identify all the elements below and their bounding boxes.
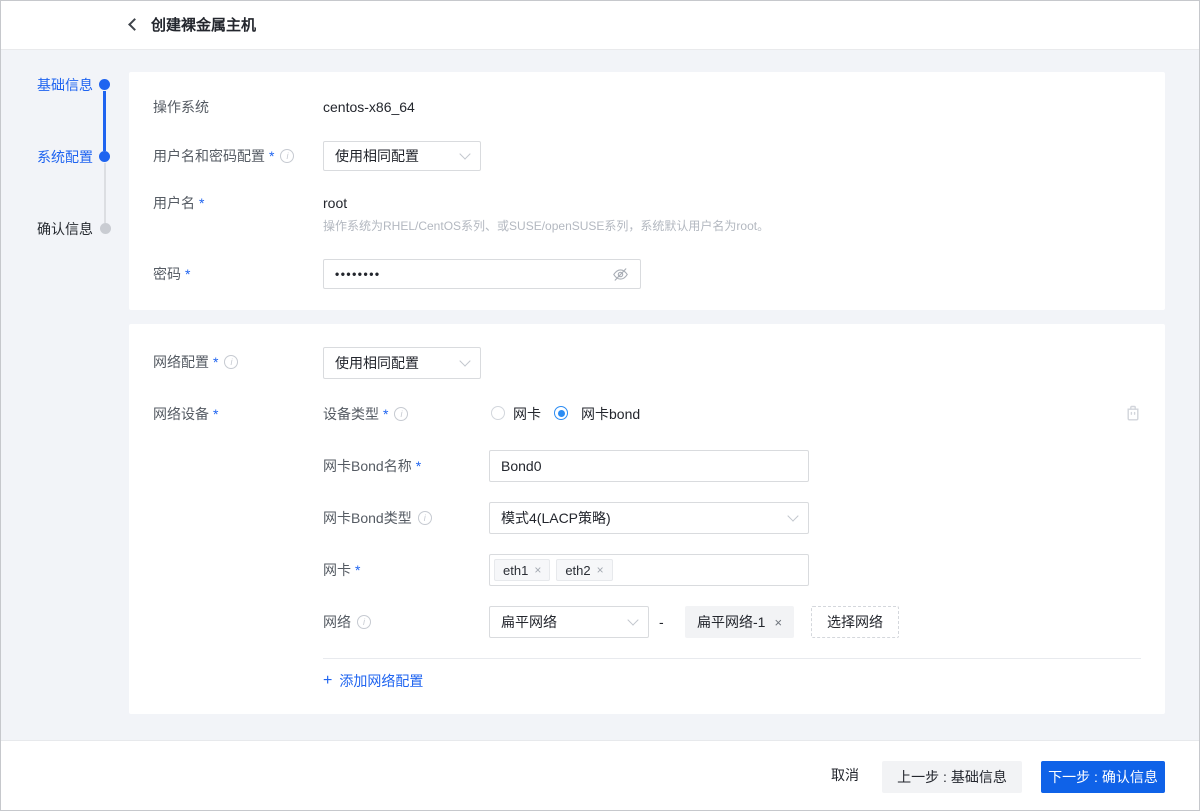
info-icon[interactable] [417, 511, 432, 525]
nic-label: 网卡 * [323, 560, 360, 580]
bond-type-label: 网卡Bond类型 [323, 508, 432, 528]
add-network-config-label: 添加网络配置 [339, 673, 424, 689]
required-mark: * [269, 148, 275, 164]
page-title: 创建裸金属主机 [151, 17, 257, 34]
step-dot-system-config [99, 151, 110, 162]
chevron-down-icon [627, 614, 639, 626]
username-label-text: 用户名 [153, 195, 195, 211]
radio-nic[interactable] [491, 406, 505, 420]
plus-icon: + [323, 672, 333, 689]
step-dot-basic-info [99, 79, 110, 90]
required-mark: * [383, 406, 389, 422]
username-value: root [323, 195, 348, 211]
bond-name-label: 网卡Bond名称 * [323, 456, 421, 476]
prev-step-button[interactable]: 上一步 : 基础信息 [882, 761, 1022, 793]
step-confirm-info[interactable]: 确认信息 [17, 219, 93, 239]
network-separator: - [659, 614, 664, 630]
device-type-label-text: 设备类型 [323, 406, 379, 422]
step-connector-pending [104, 163, 106, 223]
radio-nic-label[interactable]: 网卡 [513, 404, 541, 424]
nic-label-text: 网卡 [323, 562, 351, 578]
system-config-card: 操作系统 centos-x86_64 用户名和密码配置 * 使用相同配置 用户名… [129, 72, 1165, 310]
credential-config-select[interactable]: 使用相同配置 [323, 141, 481, 171]
info-icon[interactable] [357, 615, 371, 629]
username-label: 用户名 * [153, 193, 204, 213]
step-basic-info[interactable]: 基础信息 [17, 75, 93, 95]
step-connector-done [103, 91, 106, 151]
info-icon[interactable] [280, 149, 295, 163]
bond-name-value: Bond0 [501, 458, 542, 474]
required-mark: * [355, 562, 361, 578]
required-mark: * [213, 406, 219, 422]
nic-tag-eth2: eth2 × [556, 559, 613, 581]
required-mark: * [199, 195, 205, 211]
network-config-select-value: 使用相同配置 [335, 355, 419, 371]
network-device-label-text: 网络设备 [153, 406, 209, 422]
network-config-select[interactable]: 使用相同配置 [323, 347, 481, 379]
selected-network-tag-label: 扁平网络-1 [697, 614, 766, 630]
nic-tag-eth1: eth1 × [494, 559, 551, 581]
required-mark: * [415, 458, 422, 474]
back-button[interactable] [123, 13, 147, 37]
password-input[interactable]: •••••••• [323, 259, 641, 289]
nic-tag-label: eth1 [503, 562, 529, 578]
choose-network-button[interactable]: 选择网络 [811, 606, 899, 638]
bond-type-select-value: 模式4(LACP策略) [501, 510, 611, 526]
os-label: 操作系统 [153, 99, 209, 115]
close-icon[interactable]: × [774, 615, 782, 630]
network-label-text: 网络 [323, 614, 351, 630]
chevron-down-icon [787, 510, 799, 522]
step-dot-confirm-info [100, 223, 111, 234]
password-label-text: 密码 [153, 266, 181, 282]
chevron-down-icon [459, 355, 471, 367]
info-icon[interactable] [224, 355, 239, 369]
info-icon[interactable] [394, 407, 409, 421]
step-system-config[interactable]: 系统配置 [17, 147, 93, 167]
credential-config-label-text: 用户名和密码配置 [153, 148, 265, 164]
selected-network-tag: 扁平网络-1 × [685, 606, 795, 638]
next-step-button[interactable]: 下一步 : 确认信息 [1041, 761, 1165, 793]
device-type-label: 设备类型 * [323, 404, 409, 424]
network-config-label: 网络配置 * [153, 352, 239, 372]
cancel-button[interactable]: 取消 [831, 765, 859, 785]
create-bare-metal-host-screen: 创建裸金属主机 基础信息 系统配置 确认信息 操作系统 centos-x86_6… [0, 0, 1200, 811]
required-mark: * [185, 266, 191, 282]
network-config-label-text: 网络配置 [153, 354, 209, 370]
nic-tag-label: eth2 [565, 562, 591, 578]
close-icon[interactable]: × [597, 563, 604, 577]
network-type-select[interactable]: 扁平网络 [489, 606, 649, 638]
page-header: 创建裸金属主机 [1, 1, 1199, 50]
radio-nic-bond-label[interactable]: 网卡bond [581, 404, 640, 424]
close-icon[interactable]: × [534, 563, 541, 577]
password-label: 密码 * [153, 264, 190, 284]
bond-name-input[interactable]: Bond0 [489, 450, 809, 482]
username-hint: 操作系统为RHEL/CentOS系列、或SUSE/openSUSE系列，系统默认… [323, 219, 770, 233]
back-icon [128, 18, 141, 31]
section-divider [323, 658, 1141, 659]
nic-multiselect-input[interactable]: eth1 × eth2 × [489, 554, 809, 586]
credential-config-select-value: 使用相同配置 [335, 148, 419, 164]
trash-icon[interactable] [1125, 404, 1141, 422]
wizard-footer: 取消 上一步 : 基础信息 下一步 : 确认信息 [1, 740, 1199, 810]
chevron-down-icon [459, 148, 471, 160]
radio-nic-bond[interactable] [554, 406, 568, 420]
bond-type-select[interactable]: 模式4(LACP策略) [489, 502, 809, 534]
network-config-card: 网络配置 * 使用相同配置 网络设备 * 设备类型 * 网卡 网卡bond [129, 324, 1165, 714]
eye-off-icon[interactable] [612, 266, 629, 283]
password-masked-value: •••••••• [335, 267, 381, 281]
bond-type-label-text: 网卡Bond类型 [323, 510, 412, 526]
add-network-config-link[interactable]: + 添加网络配置 [323, 671, 423, 691]
network-type-select-value: 扁平网络 [501, 614, 557, 630]
network-label: 网络 [323, 612, 371, 632]
network-device-label: 网络设备 * [153, 404, 218, 424]
credential-config-label: 用户名和密码配置 * [153, 146, 295, 166]
os-value: centos-x86_64 [323, 99, 415, 115]
required-mark: * [213, 354, 219, 370]
bond-name-label-text: 网卡Bond名称 [323, 458, 412, 474]
